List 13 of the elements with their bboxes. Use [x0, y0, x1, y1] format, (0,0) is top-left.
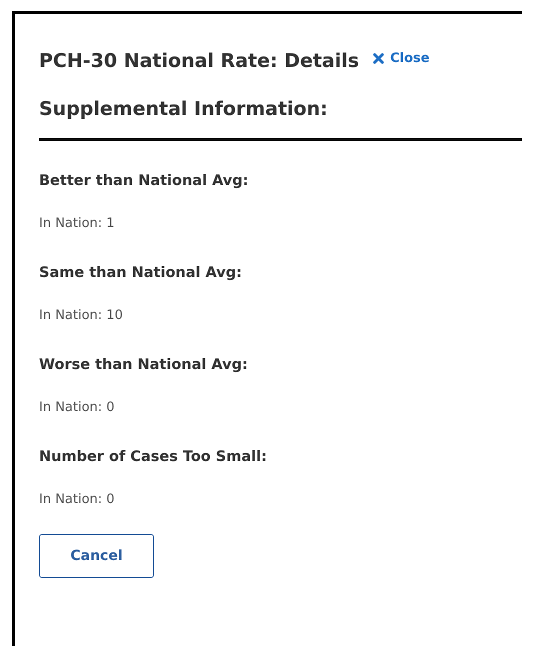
close-icon — [373, 52, 384, 64]
stat-label: Better than National Avg: — [39, 172, 250, 191]
stat-label: Worse than National Avg: — [39, 356, 249, 375]
stat-value: In Nation: 0 — [39, 491, 116, 509]
stat-label: Number of Cases Too Small: — [39, 448, 268, 467]
cancel-button[interactable]: Cancel — [39, 534, 154, 578]
stat-label: Same than National Avg: — [39, 264, 243, 283]
dialog-title: PCH-30 National Rate: Details — [39, 50, 360, 72]
stat-value: In Nation: 0 — [39, 399, 116, 417]
stat-value: In Nation: 1 — [39, 215, 116, 233]
close-link[interactable]: Close — [373, 50, 430, 66]
section-heading: Supplemental Information: — [39, 97, 329, 122]
stat-value: In Nation: 10 — [39, 307, 124, 325]
